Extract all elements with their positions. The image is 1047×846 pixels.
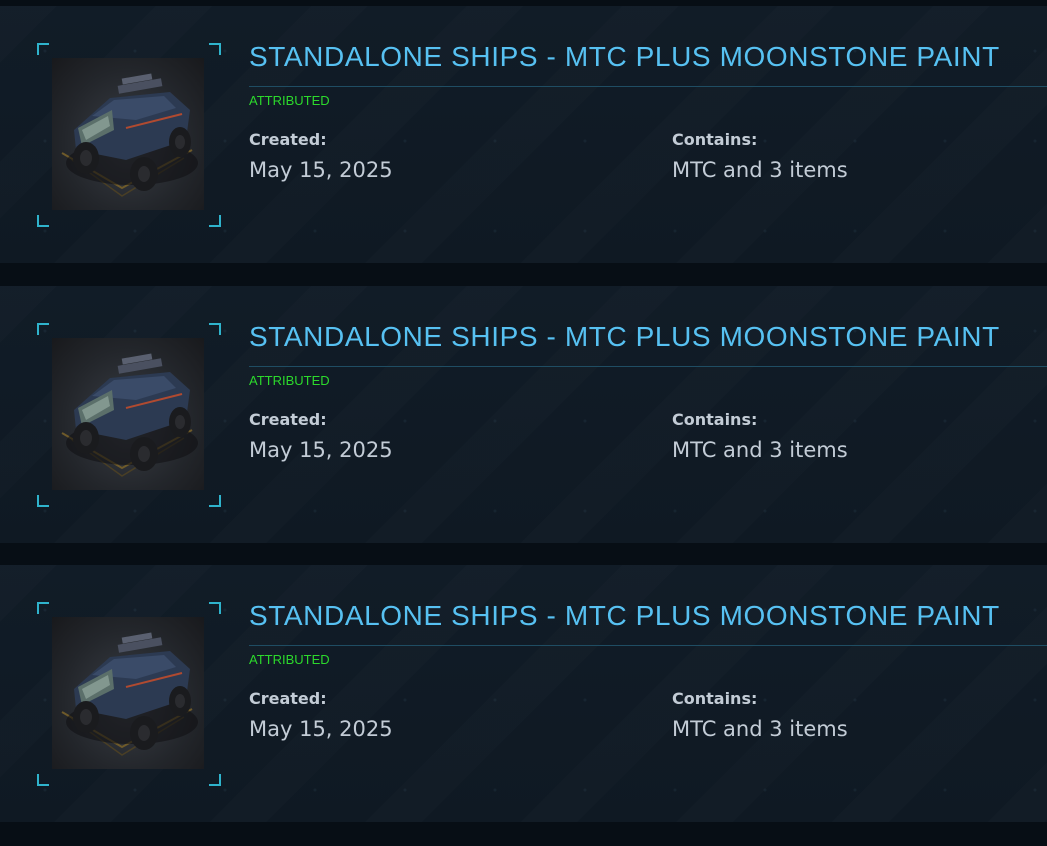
title-divider: [249, 645, 1047, 646]
contains-value: MTC and 3 items: [672, 158, 848, 182]
contains-value: MTC and 3 items: [672, 717, 848, 741]
frame-corner: [37, 323, 49, 335]
pledge-item[interactable]: STANDALONE SHIPS - MTC PLUS MOONSTONE PA…: [0, 6, 1047, 263]
pledge-list: STANDALONE SHIPS - MTC PLUS MOONSTONE PA…: [0, 0, 1047, 846]
pledge-thumbnail-frame[interactable]: [37, 323, 221, 507]
contains-label: Contains:: [672, 689, 758, 708]
frame-corner: [209, 43, 221, 55]
frame-corner: [37, 215, 49, 227]
created-label: Created:: [249, 130, 327, 149]
status-badge: ATTRIBUTED: [249, 93, 330, 108]
frame-corner: [37, 774, 49, 786]
frame-corner: [37, 495, 49, 507]
mtc-vehicle-image: [61, 73, 198, 197]
frame-corner: [37, 602, 49, 614]
mtc-vehicle-image: [61, 632, 198, 756]
status-badge: ATTRIBUTED: [249, 652, 330, 667]
pledge-item[interactable]: STANDALONE SHIPS - MTC PLUS MOONSTONE PA…: [0, 565, 1047, 822]
vehicle-thumbnail: [52, 58, 204, 210]
created-value: May 15, 2025: [249, 717, 393, 741]
contains-value: MTC and 3 items: [672, 438, 848, 462]
vehicle-thumbnail: [52, 338, 204, 490]
contains-label: Contains:: [672, 410, 758, 429]
created-label: Created:: [249, 689, 327, 708]
frame-corner: [209, 323, 221, 335]
frame-corner: [37, 43, 49, 55]
frame-corner: [209, 602, 221, 614]
pledge-item[interactable]: STANDALONE SHIPS - MTC PLUS MOONSTONE PA…: [0, 286, 1047, 543]
frame-corner: [209, 215, 221, 227]
created-label: Created:: [249, 410, 327, 429]
mtc-vehicle-image: [61, 353, 198, 477]
frame-corner: [209, 774, 221, 786]
contains-label: Contains:: [672, 130, 758, 149]
pledge-thumbnail-frame[interactable]: [37, 602, 221, 786]
created-value: May 15, 2025: [249, 158, 393, 182]
status-badge: ATTRIBUTED: [249, 373, 330, 388]
vehicle-thumbnail: [52, 617, 204, 769]
pledge-title[interactable]: STANDALONE SHIPS - MTC PLUS MOONSTONE PA…: [249, 320, 1039, 354]
pledge-thumbnail-frame[interactable]: [37, 43, 221, 227]
title-divider: [249, 86, 1047, 87]
created-value: May 15, 2025: [249, 438, 393, 462]
pledge-title[interactable]: STANDALONE SHIPS - MTC PLUS MOONSTONE PA…: [249, 40, 1039, 74]
pledge-title[interactable]: STANDALONE SHIPS - MTC PLUS MOONSTONE PA…: [249, 599, 1039, 633]
title-divider: [249, 366, 1047, 367]
frame-corner: [209, 495, 221, 507]
